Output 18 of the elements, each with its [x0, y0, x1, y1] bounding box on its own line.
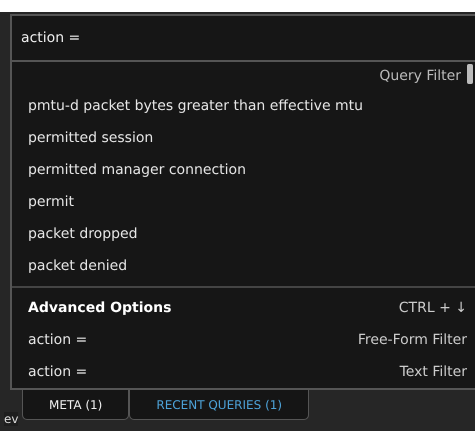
background-text: ev — [4, 412, 18, 426]
suggestion-item[interactable]: permit — [12, 186, 475, 218]
suggestion-item[interactable]: pmtu-d packet bytes greater than effective mtu — [12, 90, 475, 122]
tab[interactable]: META (1) — [22, 390, 130, 420]
filter-type-label: Text Filter — [400, 364, 467, 380]
scrollbar[interactable] — [467, 64, 473, 84]
search-field[interactable]: action = — [12, 30, 330, 46]
filter-type-label: Free-Form Filter — [358, 332, 467, 348]
shortcut-label: CTRL + ↓ — [398, 300, 467, 316]
suggestion-item[interactable]: permitted manager connection — [12, 154, 475, 186]
tab[interactable]: RECENT QUERIES (1) — [129, 390, 310, 420]
section-title: Advanced Options — [28, 300, 172, 316]
section-label: Query Filter — [379, 68, 461, 86]
suggestion-item[interactable]: permitted session — [12, 122, 475, 154]
option-item[interactable]: action = — [28, 332, 88, 348]
suggestion-item[interactable]: packet denied — [12, 250, 475, 282]
option-item[interactable]: action = — [28, 364, 88, 380]
suggestion-item[interactable]: packet dropped — [12, 218, 475, 250]
